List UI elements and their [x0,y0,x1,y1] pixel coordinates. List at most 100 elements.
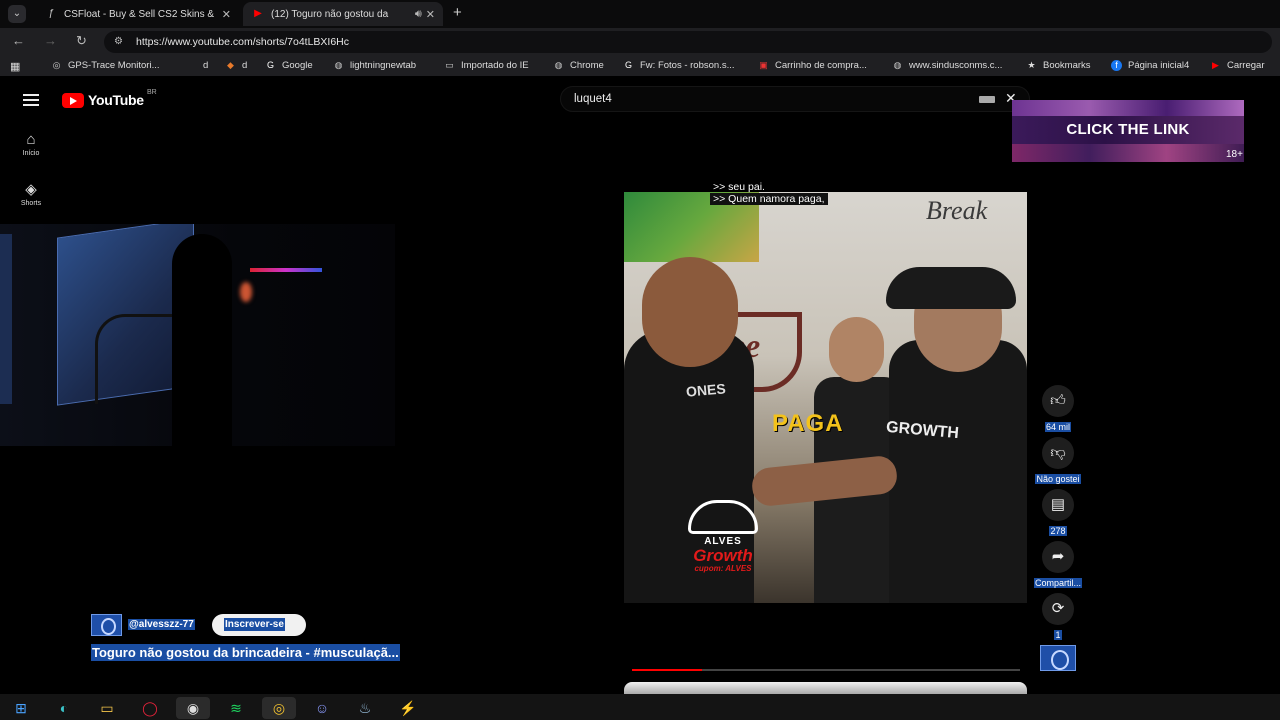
channel-name[interactable]: @alvesszz-77 [128,619,195,630]
bookmark-item[interactable]: ★ Bookmarks [1026,60,1091,71]
close-tab-icon[interactable]: ✕ [222,8,231,21]
webcam-overlay [0,224,395,446]
file-explorer-icon[interactable]: ▭ [90,697,124,719]
bookmark-label: Carrinho de compra... [775,60,867,71]
sidebar-item-shorts[interactable]: ◈ Shorts [15,180,47,207]
muscle-logo-icon [688,500,758,534]
app-icon[interactable]: ⚡ [391,697,425,719]
youtube-icon: ▶ [254,8,262,19]
bookmark-label: www.sindusconms.c... [909,60,1003,71]
windows-start-icon[interactable]: ⊞ [4,697,38,719]
brand-product: Growth [693,546,753,565]
spotify-icon[interactable]: ≋ [219,697,253,719]
bookmark-item[interactable]: d [203,60,208,71]
chrome-icon[interactable]: ◎ [262,697,296,719]
progress-bar[interactable] [632,669,1020,671]
bookmark-item[interactable]: ▶ Carregar [1210,60,1265,71]
video-title[interactable]: Toguro não gostou da brincadeira - #musc… [91,644,400,661]
tab-strip: ⌄ ƒ CSFloat - Buy & Sell CS2 Skins & ✕ ▶… [0,0,1280,28]
apps-icon[interactable]: ▦ [10,60,20,73]
discord-icon[interactable]: ☺ [305,697,339,719]
ad-banner[interactable]: CLICK THE LINK [1012,100,1244,162]
bookmark-item[interactable]: ◍ www.sindusconms.c... [892,60,1003,71]
youtube-play-icon [62,92,84,108]
channel-avatar[interactable] [91,614,122,636]
bookmark-label: GPS-Trace Monitori... [68,60,160,71]
person-right [889,340,1027,603]
reload-icon[interactable]: ↻ [76,33,87,49]
youtube-logo[interactable]: YouTube [62,92,144,108]
opera-icon[interactable]: ◯ [133,697,167,719]
video-frame: Break ffee ONES GROWTH PAGA ALVES Growth… [624,192,1027,603]
bookmark-label: Fw: Fotos - robson.s... [640,60,735,71]
sidebar-item-label: Shorts [20,200,42,207]
bookmarks-bar: ▦ ◎ GPS-Trace Monitori... d ◆ d G Google ◍ l… [0,56,1280,76]
edge-icon[interactable]: ◐ [47,697,81,719]
youtube-icon: ▶ [1212,60,1219,70]
dislike-label: Não gostei [1035,474,1081,484]
audio-icon[interactable]: 🔊︎ [415,8,422,21]
next-short-preview[interactable] [624,682,1027,694]
bookmark-label: Página inicial4 [1128,60,1190,71]
ad-age-badge: 18+ [1226,149,1243,160]
bookmark-item[interactable]: G Google [265,60,313,71]
short-video-player[interactable]: Break ffee ONES GROWTH PAGA ALVES Growth… [624,124,1027,672]
bookmark-label: Chrome [570,60,604,71]
menu-icon[interactable] [23,94,39,106]
address-bar[interactable]: ⚙ https://www.youtube.com/shorts/7o4tLBX… [104,31,1272,53]
remix-count: 1 [1054,630,1062,640]
search-box[interactable]: luquet4 ✕ [560,86,1030,112]
youtube-logo-text: YouTube [88,92,144,108]
bookmark-item[interactable]: f Página inicial4 [1111,60,1189,71]
bookmark-item[interactable]: ▣ Carrinho de compra... [758,60,867,71]
bookmark-item[interactable]: ◆ d [225,60,247,71]
comment-count: 278 [1049,526,1067,536]
forward-icon[interactable]: → [44,33,57,48]
tab-search-icon[interactable]: ⌄ [8,5,26,23]
share-label: Compartil... [1033,578,1082,588]
bookmark-label: Carregar [1227,60,1265,71]
bookmark-label: Importado do IE [461,60,529,71]
led-strip [250,268,322,272]
remix-button[interactable]: ⟳ 1 [1032,593,1084,643]
sidebar-item-home[interactable]: ⌂ Início [15,131,47,157]
tab-title: (12) Toguro não gostou da [271,8,389,20]
search-input[interactable]: luquet4 [574,93,612,105]
bookmark-label: d [242,60,248,71]
person-silhouette [172,234,232,446]
facebook-icon: f [1111,60,1122,71]
bookmark-item[interactable]: ▭ Importado do IE [444,60,529,71]
bookmark-label: Bookmarks [1043,60,1091,71]
subscribe-button[interactable]: Inscrever-se [212,614,306,636]
tab-youtube[interactable]: ▶ (12) Toguro não gostou da 🔊︎ ✕ [243,2,443,26]
comment-icon: ▤ [1042,489,1074,521]
dislike-button[interactable]: 👎︎ Não gostei [1032,437,1084,487]
like-button[interactable]: 👍︎ 64 mil [1032,385,1084,435]
new-tab-icon[interactable]: + [453,4,462,21]
shield-icon: ◆ [227,60,234,70]
csfloat-icon: ƒ [48,8,54,19]
monitor-image [0,234,12,404]
thumbs-down-icon: 👎︎ [1042,437,1074,469]
share-button[interactable]: ➦ Compartil... [1032,541,1084,591]
close-tab-icon[interactable]: ✕ [426,8,435,21]
brand-coupon: cupom: ALVES [694,564,752,573]
back-icon[interactable]: ← [12,33,25,48]
bookmark-item[interactable]: G Fw: Fotos - robson.s... [623,60,735,71]
ad-text: CLICK THE LINK [1066,121,1190,138]
recorder-icon[interactable]: ◉ [176,697,210,719]
shorts-icon: ◈ [25,181,37,198]
folder-icon: ▭ [445,60,454,70]
keyboard-icon[interactable] [979,96,995,103]
steam-icon[interactable]: ♨ [348,697,382,719]
bookmark-item[interactable]: ◍ lightningnewtab [333,60,416,71]
progress-fill [632,669,702,671]
globe-icon: ◍ [893,60,902,70]
bookmark-item[interactable]: ◍ Chrome [553,60,604,71]
comments-button[interactable]: ▤ 278 [1032,489,1084,539]
gps-icon: ◎ [52,60,61,70]
bookmark-item[interactable]: ◎ GPS-Trace Monitori... [51,60,160,71]
site-info-icon[interactable]: ⚙ [114,36,123,47]
tab-csfloat[interactable]: ƒ CSFloat - Buy & Sell CS2 Skins & ✕ [36,2,239,26]
sound-avatar[interactable] [1040,645,1076,671]
